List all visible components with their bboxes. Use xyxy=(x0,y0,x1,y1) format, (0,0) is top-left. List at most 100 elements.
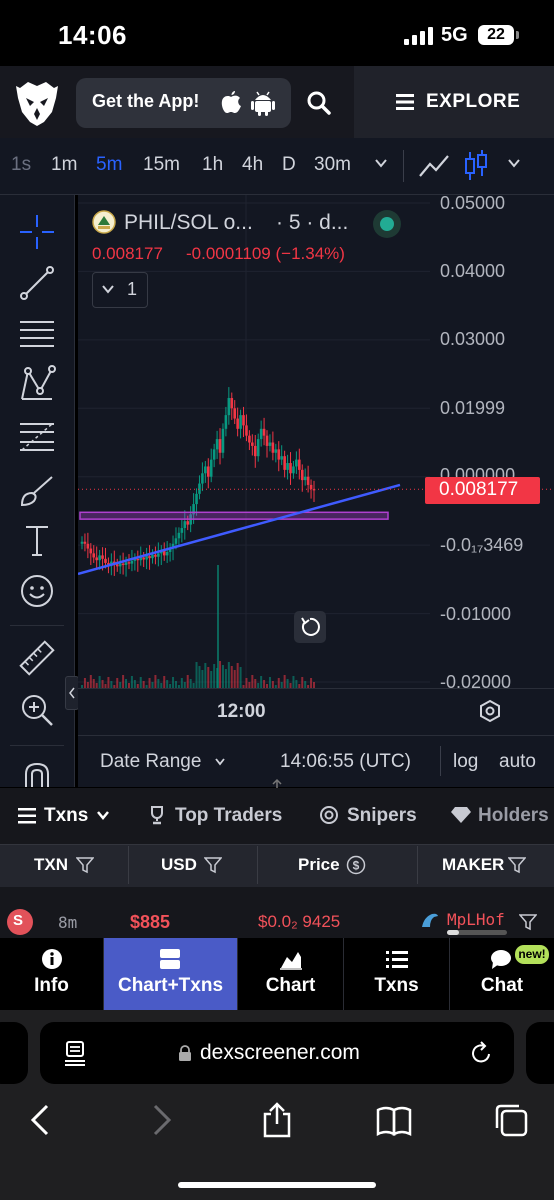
tab-top-traders[interactable]: Top Traders xyxy=(175,805,282,827)
pattern-icon[interactable] xyxy=(18,365,56,403)
candle xyxy=(83,541,87,544)
volume-bar xyxy=(125,679,128,688)
diamond-icon xyxy=(451,807,471,823)
candle xyxy=(262,428,266,436)
chevron-down-icon[interactable] xyxy=(374,156,388,170)
tab-holders[interactable]: Holders xyxy=(478,805,549,827)
timeframe-d[interactable]: D xyxy=(282,154,296,176)
zoom-in-icon[interactable] xyxy=(18,691,56,729)
candle xyxy=(209,459,213,477)
support-zone xyxy=(79,511,389,520)
trend-line-icon[interactable] xyxy=(18,264,56,302)
column-maker[interactable]: MAKER xyxy=(442,855,504,875)
emoji-icon[interactable] xyxy=(18,572,56,610)
candle xyxy=(195,493,198,505)
volume-bar xyxy=(233,670,236,688)
android-icon[interactable] xyxy=(251,90,275,116)
battery-tip xyxy=(516,31,519,39)
url-text[interactable]: dexscreener.com xyxy=(200,1041,360,1065)
candle xyxy=(265,435,269,446)
timeframe-1m[interactable]: 1m xyxy=(51,154,77,176)
filter-icon[interactable] xyxy=(519,913,537,931)
candle xyxy=(286,463,289,470)
volume-bar xyxy=(189,679,192,688)
candle xyxy=(245,425,248,436)
candle xyxy=(177,532,181,539)
filter-icon[interactable] xyxy=(204,856,222,874)
candle xyxy=(256,439,260,457)
txn-type: S xyxy=(13,912,24,929)
txn-age: 8m xyxy=(58,913,78,932)
candle xyxy=(154,554,157,557)
candle xyxy=(136,558,140,561)
column-usd[interactable]: USD xyxy=(161,855,197,875)
share-icon[interactable] xyxy=(259,1102,295,1138)
time-axis-label: 12:00 xyxy=(217,701,266,722)
indicators-icon[interactable] xyxy=(418,152,450,180)
reload-icon[interactable] xyxy=(470,1040,494,1066)
chevron-down-icon[interactable] xyxy=(507,156,521,170)
volume-bar xyxy=(101,680,104,688)
utc-clock[interactable]: 14:06:55 (UTC) xyxy=(280,751,411,773)
current-price-tag-label: 0.008177 xyxy=(439,479,519,500)
candle xyxy=(303,476,307,481)
tab-txns[interactable]: Txns xyxy=(44,805,88,827)
crosshair-icon[interactable] xyxy=(18,213,56,251)
volume-bar xyxy=(295,680,298,688)
symbol-name[interactable]: PHIL/SOL o... xyxy=(124,211,253,235)
candle xyxy=(280,456,283,460)
text-tool-icon[interactable] xyxy=(18,521,56,559)
timeframe-15m[interactable]: 15m xyxy=(143,154,180,176)
timeframe-5m[interactable]: 5m xyxy=(96,154,122,176)
tabs-icon[interactable] xyxy=(493,1102,529,1138)
volume-bar xyxy=(230,666,233,688)
brush-icon[interactable] xyxy=(18,471,56,509)
auto-scale-button[interactable]: auto xyxy=(499,751,536,773)
filter-icon[interactable] xyxy=(508,856,526,874)
forward-icon[interactable] xyxy=(143,1102,179,1138)
volume-bar xyxy=(172,677,175,688)
date-range-button[interactable]: Date Range xyxy=(100,751,201,773)
crosshair-target-icon xyxy=(320,806,338,824)
timeframe-30m[interactable]: 30m xyxy=(314,154,351,176)
chevron-down-icon[interactable] xyxy=(96,810,110,820)
timeframe-1s[interactable]: 1s xyxy=(11,154,31,176)
back-icon[interactable] xyxy=(23,1102,59,1138)
dollar-toggle-icon[interactable]: $ xyxy=(346,855,366,875)
page-menu-icon[interactable] xyxy=(64,1040,86,1066)
filter-icon[interactable] xyxy=(76,856,94,874)
column-price[interactable]: Price xyxy=(298,855,340,875)
apple-icon[interactable] xyxy=(219,89,243,115)
tab-snipers[interactable]: Snipers xyxy=(347,805,417,827)
info-icon xyxy=(42,949,62,969)
log-scale-button[interactable]: log xyxy=(453,751,478,773)
chart-icon xyxy=(280,952,302,970)
y-axis-tick: 0.01999 xyxy=(440,398,506,418)
candlestick-icon[interactable] xyxy=(463,150,489,182)
dexscreener-logo-icon[interactable] xyxy=(16,82,58,126)
magnet-icon[interactable] xyxy=(18,760,56,787)
maker-balance-fill xyxy=(447,930,459,935)
collapse-toolbar-button[interactable] xyxy=(65,676,79,710)
volume-bar xyxy=(107,677,110,688)
horizontal-lines-icon[interactable] xyxy=(18,314,56,352)
volume-bar xyxy=(201,670,204,688)
candle xyxy=(295,459,298,467)
ruler-icon[interactable] xyxy=(18,640,56,678)
next-tab-peek[interactable] xyxy=(526,1022,554,1084)
column-divider xyxy=(257,846,258,884)
txn-maker[interactable]: MpLHof xyxy=(447,910,505,929)
candle xyxy=(118,563,122,567)
timeframe-4h[interactable]: 4h xyxy=(242,154,263,176)
search-icon[interactable] xyxy=(306,90,332,116)
bookmarks-icon[interactable] xyxy=(376,1102,412,1138)
fib-retracement-icon[interactable] xyxy=(18,418,56,456)
timeframe-1h[interactable]: 1h xyxy=(202,154,223,176)
column-txn[interactable]: TXN xyxy=(34,855,68,875)
candle xyxy=(127,562,131,564)
candle xyxy=(239,415,242,429)
previous-tab-peek[interactable] xyxy=(0,1022,28,1084)
chart-settings-icon[interactable] xyxy=(478,699,502,723)
reset-chart-button[interactable] xyxy=(294,611,326,643)
volume-bar xyxy=(224,669,227,688)
